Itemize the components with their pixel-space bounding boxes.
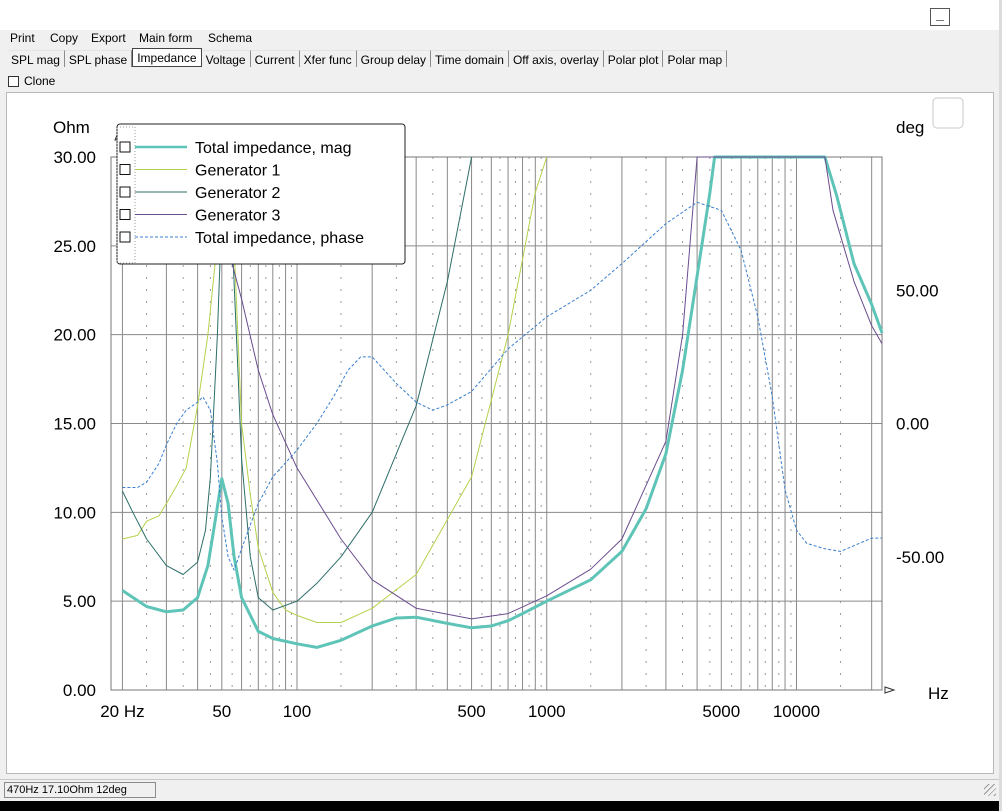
tab-polar-plot[interactable]: Polar plot	[603, 50, 664, 67]
cursor-readout: 470Hz 17.10Ohm 12deg	[4, 782, 156, 798]
impedance-chart[interactable]: Ohm 0.00 5.00 10.00 15.00 20.00 25.00 30.00 deg 5…	[7, 93, 995, 775]
y2-tick-label: 0.00	[896, 415, 929, 434]
menu-copy[interactable]: Copy	[50, 31, 78, 45]
legend-label: Generator 2	[195, 185, 280, 202]
status-bar: 470Hz 17.10Ohm 12deg	[0, 779, 1002, 802]
legend-label: Total impedance, phase	[195, 230, 364, 247]
bottom-edge	[0, 801, 1002, 811]
tab-impedance[interactable]: Impedance	[132, 48, 202, 67]
legend-checkbox	[119, 186, 131, 198]
tab-polar-map[interactable]: Polar map	[663, 50, 728, 67]
legend-label: Generator 3	[195, 208, 280, 225]
legend-checkbox	[119, 209, 131, 220]
clone-checkbox[interactable]	[8, 75, 19, 87]
y2-tick-label: 50.00	[896, 281, 939, 300]
y-tick-label: 5.00	[63, 592, 96, 611]
tab-spl-phase[interactable]: SPL phase	[64, 50, 133, 67]
x-tick-label: 5000	[702, 702, 740, 721]
tab-group-delay[interactable]: Group delay	[356, 50, 432, 67]
menu-print[interactable]: Print	[10, 31, 35, 45]
x-tick-label: 100	[283, 702, 311, 721]
y2-tick-label: -50.00	[896, 548, 944, 567]
menu-export[interactable]: Export	[91, 31, 126, 45]
y2-axis-label: deg	[896, 118, 924, 137]
x-tick-label: 500	[457, 702, 485, 721]
legend-label: Generator 1	[195, 163, 280, 180]
y-tick-label: 20.00	[53, 326, 96, 345]
x-tick-label: 50	[212, 702, 231, 721]
legend-checkbox	[119, 231, 131, 243]
x-axis-label: Hz	[928, 684, 949, 703]
x-tick-label: 10000	[773, 702, 820, 721]
y-tick-label: 0.00	[63, 681, 96, 700]
clone-option[interactable]: Clone	[8, 74, 55, 88]
corner-box	[932, 97, 964, 129]
y-axis-label: Ohm	[53, 118, 90, 137]
x-tick-label: 1000	[528, 702, 566, 721]
menu-main-form[interactable]: Main form	[139, 31, 192, 45]
legend-checkbox	[119, 141, 131, 153]
resize-grip-icon[interactable]	[984, 784, 996, 796]
x-tick-label: 20 Hz	[100, 702, 144, 721]
menu-schema[interactable]: Schema	[208, 31, 252, 45]
y-tick-label: 30.00	[53, 148, 96, 167]
chart-tabs: SPL mag SPL phase Impedance Voltage Current X…	[7, 48, 728, 69]
title-bar: _	[0, 0, 1002, 30]
y-tick-label: 10.00	[53, 503, 96, 522]
tab-time-domain[interactable]: Time domain	[431, 50, 509, 67]
tab-spl-mag[interactable]: SPL mag	[7, 50, 65, 67]
y-tick-label: 15.00	[53, 415, 96, 434]
legend-label: Total impedance, mag	[195, 140, 352, 157]
x-axis-arrow-icon	[884, 686, 896, 694]
tab-current[interactable]: Current	[250, 50, 300, 67]
minimize-button[interactable]: _	[930, 7, 950, 26]
tab-xfer-func[interactable]: Xfer func	[299, 50, 357, 67]
y-tick-label: 25.00	[53, 237, 96, 256]
tab-voltage[interactable]: Voltage	[201, 50, 251, 67]
tab-off-axis-overlay[interactable]: Off axis, overlay	[508, 50, 604, 67]
legend-checkbox	[119, 164, 131, 175]
clone-label: Clone	[24, 74, 56, 88]
plot-panel: Ohm 0.00 5.00 10.00 15.00 20.00 25.00 30.00 deg 5…	[6, 92, 994, 774]
